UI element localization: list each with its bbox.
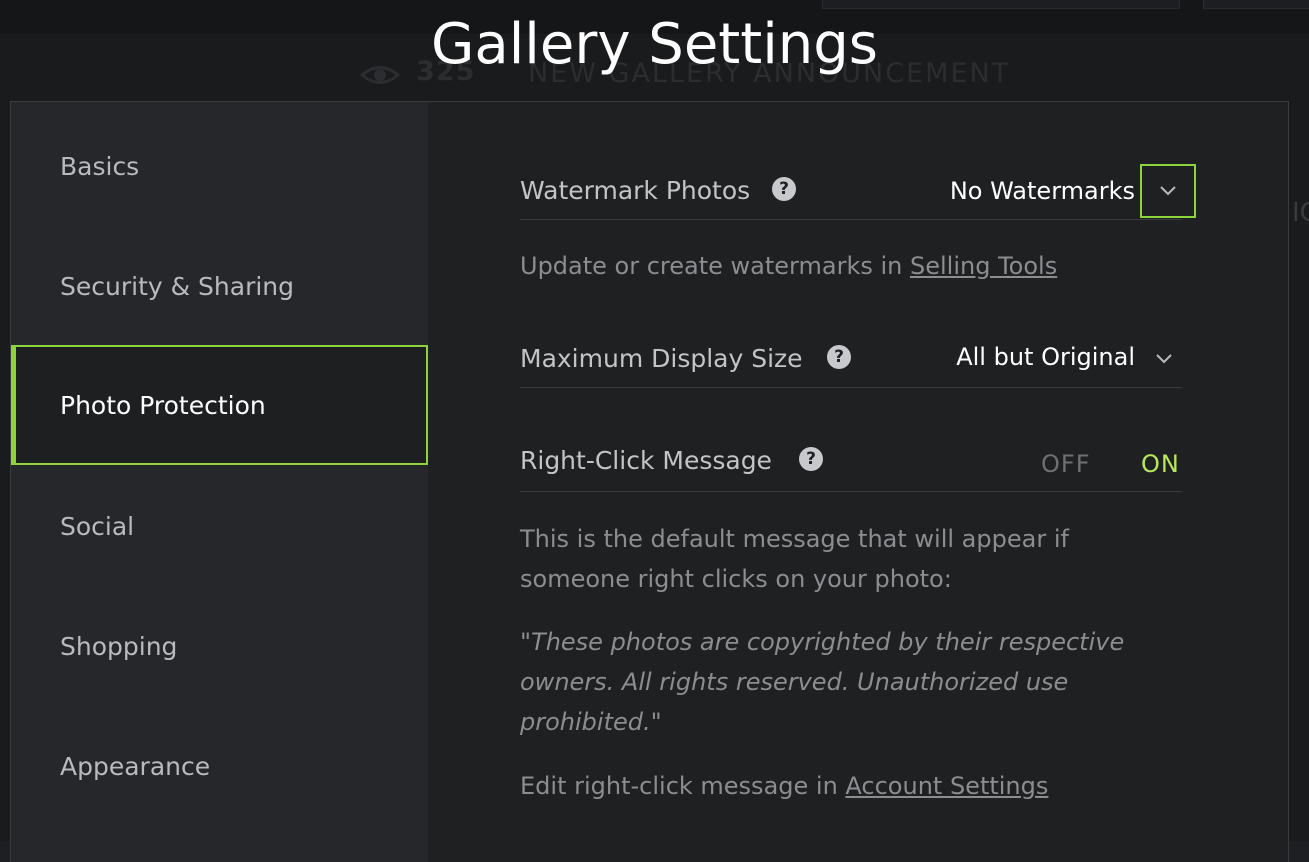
help-icon[interactable]: ? bbox=[772, 177, 796, 201]
settings-modal: Basics Security & Sharing Photo Protecti… bbox=[10, 101, 1289, 862]
watermark-select-value[interactable]: No Watermarks bbox=[950, 177, 1135, 205]
display-size-row: Maximum Display Size ? All but Original bbox=[520, 332, 1182, 388]
display-size-dropdown-toggle[interactable] bbox=[1136, 332, 1192, 386]
background-edge-text: IC bbox=[1292, 198, 1309, 228]
sidebar-item-label: Appearance bbox=[60, 751, 211, 781]
toggle-on-option[interactable]: ON bbox=[1141, 450, 1180, 478]
chevron-down-icon bbox=[1160, 186, 1176, 196]
settings-content: Watermark Photos ? No Watermarks Update … bbox=[428, 102, 1288, 862]
right-click-edit-hint: Edit right-click message in Account Sett… bbox=[520, 766, 1048, 806]
sidebar-item-label: Social bbox=[60, 511, 135, 541]
watermark-row: Watermark Photos ? No Watermarks bbox=[520, 164, 1196, 220]
sidebar-item-label: Photo Protection bbox=[60, 390, 266, 420]
sidebar-item-photo-protection[interactable]: Photo Protection bbox=[11, 345, 428, 465]
sidebar-item-label: Security & Sharing bbox=[60, 271, 295, 301]
sidebar-item-social[interactable]: Social bbox=[11, 466, 428, 586]
right-click-message: "These photos are copyrighted by their r… bbox=[520, 628, 1125, 736]
display-size-select-value[interactable]: All but Original bbox=[956, 343, 1135, 371]
sidebar-item-basics[interactable]: Basics bbox=[11, 106, 428, 226]
chevron-down-icon bbox=[1156, 354, 1172, 364]
page-title: Gallery Settings bbox=[431, 12, 878, 77]
watermark-label: Watermark Photos bbox=[520, 176, 751, 205]
sidebar-item-security-sharing[interactable]: Security & Sharing bbox=[11, 226, 428, 346]
background-header-box bbox=[822, 0, 1180, 9]
toggle-off-option[interactable]: OFF bbox=[1041, 450, 1091, 478]
background-header-box-2 bbox=[1203, 0, 1309, 9]
account-settings-link[interactable]: Account Settings bbox=[845, 772, 1048, 800]
sidebar-item-label: Shopping bbox=[60, 631, 178, 661]
sidebar-item-appearance[interactable]: Appearance bbox=[11, 706, 428, 826]
sidebar-item-label: Basics bbox=[60, 151, 140, 181]
watermark-hint: Update or create watermarks in Selling T… bbox=[520, 246, 1057, 286]
selling-tools-link[interactable]: Selling Tools bbox=[910, 252, 1057, 280]
right-click-description: This is the default message that will ap… bbox=[520, 525, 1069, 593]
right-click-row: Right-Click Message ? OFF ON bbox=[520, 436, 1182, 492]
watermark-hint-text: Update or create watermarks in bbox=[520, 252, 910, 280]
sidebar-item-shopping[interactable]: Shopping bbox=[11, 586, 428, 706]
watermark-dropdown-toggle[interactable] bbox=[1140, 164, 1196, 218]
edit-hint-text: Edit right-click message in bbox=[520, 772, 846, 800]
settings-sidebar: Basics Security & Sharing Photo Protecti… bbox=[11, 102, 428, 862]
help-icon[interactable]: ? bbox=[799, 447, 823, 471]
display-size-label: Maximum Display Size bbox=[520, 344, 803, 373]
help-icon[interactable]: ? bbox=[827, 345, 851, 369]
right-click-label: Right-Click Message bbox=[520, 446, 772, 475]
